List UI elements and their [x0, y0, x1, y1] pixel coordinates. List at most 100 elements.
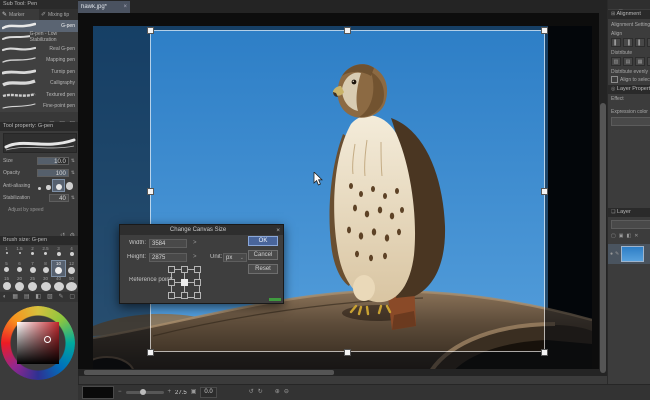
- color-slider-tab-icon[interactable]: ▤: [24, 293, 30, 302]
- layer-row[interactable]: ● ✎: [608, 244, 650, 264]
- resize-handle-bottom-center[interactable]: [344, 349, 351, 356]
- canvas-viewport[interactable]: [78, 13, 607, 376]
- color-sv-square[interactable]: [17, 322, 59, 364]
- stabilization-stepper-icon[interactable]: ⇅: [71, 194, 75, 203]
- expression-color-select[interactable]: [611, 117, 650, 126]
- distribute-edges-button[interactable]: ▦: [635, 57, 645, 66]
- reference-point-middle-left[interactable]: [168, 279, 175, 286]
- vertical-scrollbar[interactable]: [599, 13, 607, 376]
- stabilization-slider[interactable]: 40: [48, 194, 69, 202]
- flip-horizontal-icon[interactable]: ⊕: [275, 388, 280, 397]
- new-layer-icon[interactable]: ▢: [611, 232, 616, 241]
- reference-point-top-left[interactable]: [168, 266, 175, 273]
- brush-size-option[interactable]: 6: [13, 261, 26, 276]
- resize-handle-top-right[interactable]: [541, 27, 548, 34]
- distribute-horizontal-button[interactable]: ▥: [611, 57, 621, 66]
- subtool-item-real-g-pen[interactable]: Real G-pen: [0, 43, 78, 55]
- align-to-selection-row[interactable]: Align to selection: [611, 76, 650, 83]
- dialog-title-bar[interactable]: Change Canvas Size ×: [120, 225, 283, 235]
- approximate-color-tab-icon[interactable]: ▧: [47, 293, 53, 302]
- color-set-tab-icon[interactable]: ▦: [12, 293, 18, 302]
- antialias-middle-button[interactable]: [52, 179, 65, 192]
- color-wheel-tab-icon[interactable]: ◐: [3, 293, 7, 302]
- subtool-item-textured-pen[interactable]: Textured pen: [0, 89, 78, 101]
- rotate-cw-icon[interactable]: ↻: [258, 388, 263, 397]
- brush-size-option[interactable]: 50: [65, 276, 78, 291]
- subtool-tab-mixing-tip[interactable]: ✐ Mixing tip: [39, 9, 78, 20]
- height-input[interactable]: 2875: [149, 253, 187, 262]
- resize-handle-top-left[interactable]: [147, 27, 154, 34]
- brush-size-option[interactable]: 4: [65, 246, 78, 261]
- color-history-tab-icon[interactable]: ✎: [58, 293, 63, 302]
- brush-size-option[interactable]: 20: [13, 276, 26, 291]
- width-lock-chevron-icon[interactable]: >: [193, 239, 197, 248]
- ok-button[interactable]: OK: [248, 236, 278, 246]
- color-mixer-tab-icon[interactable]: ▢: [69, 293, 75, 302]
- horizontal-scrollbar-thumb[interactable]: [84, 370, 334, 375]
- subtool-item-calligraphy[interactable]: Calligraphy: [0, 78, 78, 90]
- brush-size-option[interactable]: 25: [26, 276, 39, 291]
- resize-handle-bottom-left[interactable]: [147, 349, 154, 356]
- brush-size-option[interactable]: 1.5: [13, 246, 26, 261]
- subtool-item-turnip-pen[interactable]: Turnip pen: [0, 66, 78, 78]
- reset-view-icon[interactable]: ⊖: [284, 388, 289, 397]
- resize-handle-bottom-right[interactable]: [541, 349, 548, 356]
- brush-size-option[interactable]: 2.5: [39, 246, 52, 261]
- brush-size-option[interactable]: 3: [52, 246, 65, 261]
- brush-size-option[interactable]: 1: [0, 246, 13, 261]
- distribute-vertical-button[interactable]: ▤: [623, 57, 633, 66]
- document-tab[interactable]: hawk.jpg* ×: [78, 1, 130, 13]
- subtool-item-g-pen[interactable]: G-pen: [0, 20, 78, 32]
- reference-point-bottom-left[interactable]: [168, 292, 175, 299]
- resize-handle-middle-left[interactable]: [147, 188, 154, 195]
- brush-size-option[interactable]: 12: [65, 261, 78, 276]
- reference-point-top-center[interactable]: [181, 266, 188, 273]
- property-row-adjust-by-speed[interactable]: Adjust by speed: [0, 204, 78, 215]
- brush-size-option[interactable]: 40: [52, 276, 65, 291]
- align-right-button[interactable]: ▌: [635, 38, 645, 47]
- brush-size-option[interactable]: 5: [0, 261, 13, 276]
- blend-mode-select[interactable]: [611, 220, 650, 229]
- align-left-button[interactable]: ▌: [611, 38, 621, 47]
- reference-point-middle-right[interactable]: [194, 279, 201, 286]
- brush-size-option[interactable]: 8: [39, 261, 52, 276]
- subtool-tab-marker[interactable]: ✎ Marker: [0, 9, 39, 20]
- zoom-in-icon[interactable]: +: [168, 388, 172, 397]
- align-to-selection-checkbox[interactable]: [611, 76, 618, 83]
- subtool-item-fine-point-pen[interactable]: Fine-point pen: [0, 101, 78, 113]
- subtool-item-mapping-pen[interactable]: Mapping pen: [0, 55, 78, 67]
- rotate-ccw-icon[interactable]: ↺: [249, 388, 254, 397]
- new-folder-icon[interactable]: ▣: [619, 232, 624, 241]
- height-lock-chevron-icon[interactable]: >: [193, 253, 197, 262]
- dialog-close-icon[interactable]: ×: [276, 227, 283, 234]
- align-center-button[interactable]: ▐: [623, 38, 633, 47]
- unit-select[interactable]: px ⌄: [223, 253, 247, 262]
- reference-point-top-right[interactable]: [194, 266, 201, 273]
- cancel-button[interactable]: Cancel: [248, 250, 278, 260]
- fit-to-screen-icon[interactable]: ▣: [191, 388, 197, 397]
- zoom-out-icon[interactable]: −: [118, 388, 122, 397]
- tab-close-icon[interactable]: ×: [123, 4, 127, 10]
- reference-point-bottom-right[interactable]: [194, 292, 201, 299]
- resize-handle-middle-right[interactable]: [541, 188, 548, 195]
- intermediate-color-tab-icon[interactable]: ◧: [35, 293, 41, 302]
- delete-layer-icon[interactable]: ✕: [634, 232, 638, 241]
- reset-button[interactable]: Reset: [248, 264, 278, 274]
- size-slider[interactable]: 10.0: [36, 157, 69, 165]
- subtool-item-g-pen-low-stab[interactable]: G-pen - Low Stabilization: [0, 31, 78, 43]
- brush-size-option[interactable]: 2: [26, 246, 39, 261]
- layer-mask-icon[interactable]: ◧: [626, 232, 631, 241]
- reference-point-center-selected[interactable]: [181, 279, 188, 286]
- brush-size-option-selected[interactable]: 10: [51, 260, 66, 277]
- zoom-slider-handle[interactable]: [139, 389, 146, 395]
- brush-size-option[interactable]: 7: [26, 261, 39, 276]
- brush-size-option[interactable]: 15: [0, 276, 13, 291]
- brush-size-option[interactable]: 30: [39, 276, 52, 291]
- width-input[interactable]: 3584: [149, 239, 187, 248]
- vertical-scrollbar-thumb[interactable]: [600, 103, 606, 373]
- size-stepper-icon[interactable]: ⇅: [71, 157, 75, 166]
- dialog-resize-grip[interactable]: [269, 298, 281, 301]
- resize-handle-top-center[interactable]: [344, 27, 351, 34]
- layer-visibility-eye-icon[interactable]: ●: [610, 250, 613, 259]
- horizontal-scrollbar[interactable]: [78, 369, 599, 376]
